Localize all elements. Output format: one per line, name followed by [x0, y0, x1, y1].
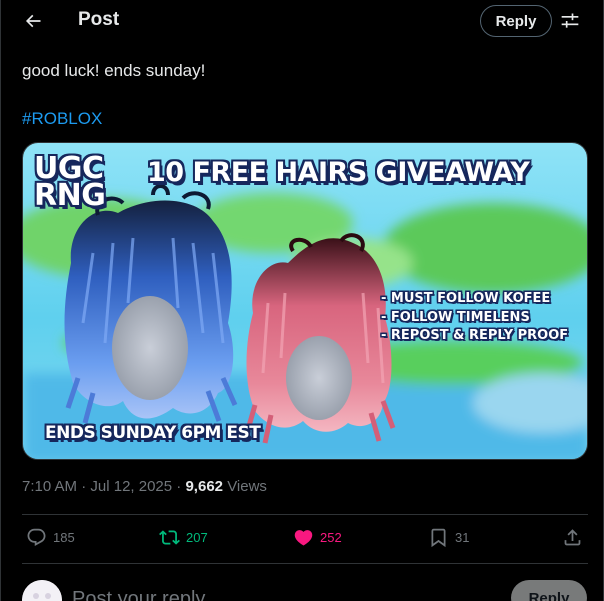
reply-composer: Reply: [22, 578, 588, 601]
avatar-image: [22, 580, 62, 601]
views-label: Views: [227, 478, 267, 495]
post-time[interactable]: 7:10 AM: [22, 478, 77, 495]
bookmark-action[interactable]: 31: [428, 527, 469, 548]
share-action[interactable]: [562, 527, 583, 548]
post-image[interactable]: UGC RNG 10 FREE HAIRS GIVEAWAY - MUST FO…: [22, 142, 588, 460]
post-date[interactable]: Jul 12, 2025: [90, 478, 172, 495]
giveaway-rules: - MUST FOLLOW KOFEE - FOLLOW TIMELENS - …: [381, 290, 568, 346]
heart-icon: [294, 530, 313, 546]
like-action[interactable]: 252: [293, 527, 342, 548]
hashtag-link[interactable]: #ROBLOX: [22, 109, 102, 129]
bookmark-count: 31: [455, 530, 470, 545]
reply-action[interactable]: 185: [26, 527, 75, 548]
views-count: 9,662: [185, 478, 224, 495]
action-bar: 185 207 252 31: [22, 515, 588, 563]
header-bar: Post Reply: [1, 0, 604, 42]
page-title: Post: [78, 9, 120, 30]
repost-icon: [159, 530, 180, 545]
post-text: good luck! ends sunday!: [22, 61, 206, 80]
post-meta: 7:10 AM · Jul 12, 2025 · 9,662 Views: [22, 478, 267, 495]
giveaway-title: 10 FREE HAIRS GIVEAWAY: [147, 157, 530, 188]
settings-button[interactable]: [559, 10, 581, 32]
repost-count: 207: [186, 530, 208, 545]
reply-submit-button[interactable]: Reply: [511, 580, 587, 601]
header-reply-button[interactable]: Reply: [480, 5, 552, 37]
rng-line: RNG: [34, 178, 106, 213]
meta-separator: ·: [81, 478, 91, 495]
post-detail-column: Post Reply good luck! ends sunday! #ROBL…: [0, 0, 604, 601]
rule-item: - FOLLOW TIMELENS: [381, 309, 530, 325]
reply-icon: [27, 528, 46, 546]
share-icon: [564, 529, 581, 546]
avatar[interactable]: [22, 580, 62, 601]
divider: [22, 563, 588, 564]
repost-action[interactable]: 207: [159, 527, 208, 548]
rule-item: - REPOST & REPLY PROOF: [381, 328, 569, 343]
rule-item: - MUST FOLLOW KOFEE: [381, 291, 551, 306]
reply-count: 185: [53, 530, 75, 545]
giveaway-end-time: ENDS SUNDAY 6PM EST: [45, 423, 261, 443]
ugc-rng-logo: UGC RNG: [34, 154, 124, 213]
blue-hair-model: [64, 184, 238, 424]
sliders-icon: [561, 13, 579, 28]
arrow-left-icon: [25, 14, 41, 28]
reply-input[interactable]: [72, 584, 452, 601]
like-count: 252: [320, 530, 342, 545]
back-button[interactable]: [19, 8, 47, 34]
bookmark-icon: [431, 528, 446, 548]
